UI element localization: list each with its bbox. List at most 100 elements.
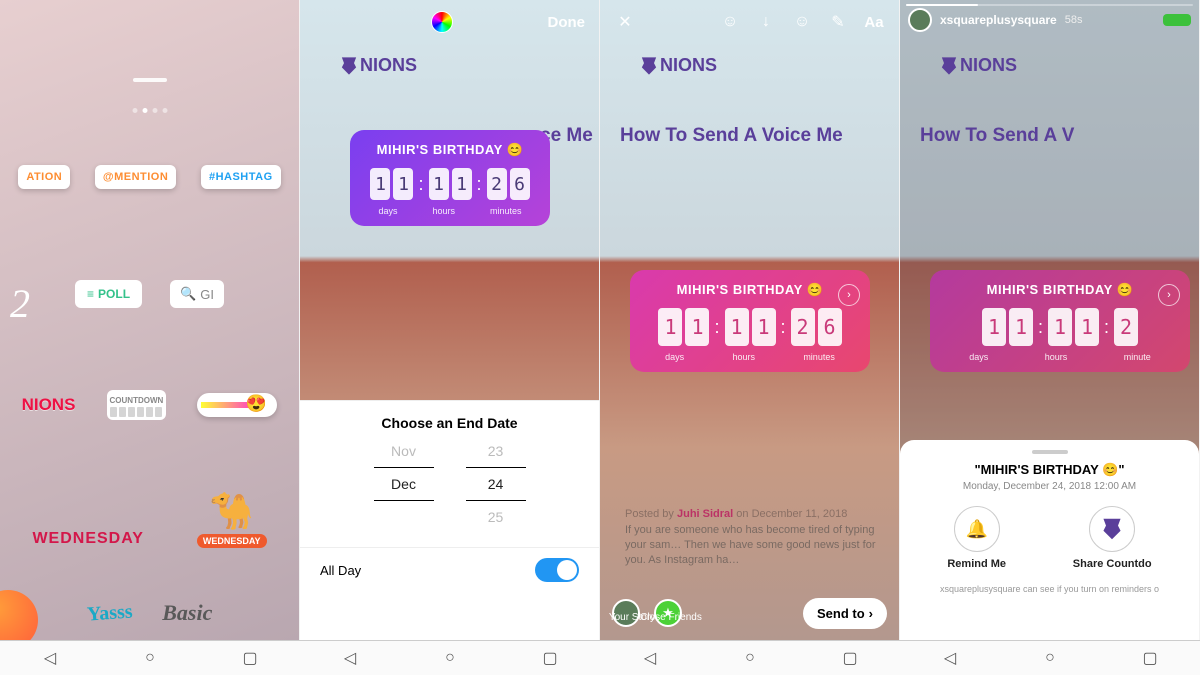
hashtag-sticker[interactable]: #HASHTAG — [201, 165, 281, 189]
send-to-button[interactable]: Send to› — [803, 598, 887, 629]
poll-label: POLL — [98, 287, 130, 301]
share-bottom-bar: Your Story ★ Close Friends Send to› — [600, 586, 899, 640]
sticker-row-4: WEDNESDAY 🐪 WEDNESDAY — [0, 490, 299, 548]
day-column[interactable]: 23 24 25 — [466, 437, 526, 531]
compose-topbar: ✕ ☺ ↓ ☺ ✎ Aa — [600, 0, 899, 44]
gif-search-sticker[interactable]: 🔍 GI — [170, 280, 224, 308]
article-headline: How To Send A Voice Me — [620, 125, 843, 147]
post-meta: Posted by Juhi Sidral on December 11, 20… — [625, 508, 847, 520]
article-headline: How To Send A V — [920, 125, 1074, 147]
back-icon[interactable]: ◁ — [639, 647, 661, 669]
color-picker-icon[interactable] — [431, 11, 453, 33]
close-friends-target[interactable]: ★ Close Friends — [654, 599, 682, 627]
recent-apps-icon[interactable]: ▢ — [839, 647, 861, 669]
story-age: 58s — [1065, 14, 1083, 26]
home-icon[interactable]: ○ — [139, 647, 161, 669]
back-icon[interactable]: ◁ — [339, 647, 361, 669]
poll-sticker[interactable]: ≡ POLL — [75, 280, 142, 308]
countdown-sticker[interactable]: COUNTDOWN — [107, 390, 167, 420]
recent-apps-icon[interactable]: ▢ — [539, 647, 561, 669]
back-icon[interactable]: ◁ — [39, 647, 61, 669]
countdown-unit-labels: dayshoursminutes — [646, 352, 854, 362]
android-nav-bar: ◁ ○ ▢ ◁ ○ ▢ ◁ ○ ▢ ◁ ○ ▢ — [0, 640, 1200, 675]
sheet-footnote: xsquareplusysquare can see if you turn o… — [914, 584, 1185, 594]
wednesday-text-sticker[interactable]: WEDNESDAY — [32, 530, 144, 548]
editor-topbar: Done — [300, 0, 599, 44]
recent-apps-icon[interactable]: ▢ — [1139, 647, 1161, 669]
chevron-right-icon[interactable]: › — [838, 284, 860, 306]
panel-sticker-tray: ATION @MENTION #HASHTAG 3 2 ≡ POLL 🔍 GI … — [0, 0, 300, 640]
countdown-widget[interactable]: › MIHIR'S BIRTHDAY 😊 11 : 11 : 26 daysho… — [630, 270, 870, 372]
share-icon — [1089, 506, 1135, 552]
draw-icon[interactable]: ✎ — [827, 11, 849, 33]
panel-story-compose: NIONS How To Send A Voice Me ✕ ☺ ↓ ☺ ✎ A… — [600, 0, 900, 640]
countdown-digits: 11 : 11 : 26 — [646, 308, 854, 346]
camel-sticker[interactable]: 🐪 WEDNESDAY — [197, 490, 267, 548]
countdown-widget[interactable]: › MIHIR'S BIRTHDAY 😊 11 : 11 : 2 dayshou… — [930, 270, 1190, 372]
site-logo: NIONS — [940, 55, 1017, 76]
countdown-action-sheet: "MIHIR'S BIRTHDAY 😊" Monday, December 24… — [900, 440, 1199, 640]
countdown-unit-labels: dayshoursminutes — [366, 206, 534, 216]
basic-sticker[interactable]: Basic — [162, 600, 212, 626]
screens-row: ATION @MENTION #HASHTAG 3 2 ≡ POLL 🔍 GI … — [0, 0, 1200, 640]
recent-apps-icon[interactable]: ▢ — [239, 647, 261, 669]
chevron-right-icon[interactable]: › — [1158, 284, 1180, 306]
all-day-toggle[interactable] — [535, 558, 579, 582]
close-friends-label: Close Friends — [636, 612, 706, 623]
countdown-label: COUNTDOWN — [110, 396, 164, 405]
site-logo: NIONS — [340, 55, 417, 76]
story-header: xsquareplusysquare 58s — [908, 8, 1191, 32]
countdown-title: MIHIR'S BIRTHDAY 😊 — [366, 142, 534, 158]
nions-text[interactable]: NIONS — [22, 395, 76, 415]
sticker-row-3: NIONS COUNTDOWN — [0, 390, 299, 420]
panel-story-viewer: NIONS How To Send A V xsquareplusysquare… — [900, 0, 1200, 640]
face-filter-icon[interactable]: ☺ — [719, 11, 741, 33]
all-day-label: All Day — [320, 563, 361, 578]
page-dots — [132, 108, 167, 113]
done-button[interactable]: Done — [548, 14, 586, 31]
countdown-title: MIHIR'S BIRTHDAY 😊 — [946, 282, 1174, 298]
story-progress-bar — [906, 4, 1193, 6]
yasss-sticker[interactable]: Yasss — [86, 600, 133, 626]
share-countdown-button[interactable]: Share Countdo — [1073, 506, 1152, 570]
avatar[interactable] — [908, 8, 932, 32]
sheet-title: "MIHIR'S BIRTHDAY 😊" — [914, 462, 1185, 478]
sticker-icon[interactable]: ☺ — [791, 11, 813, 33]
drag-handle[interactable] — [1032, 450, 1068, 454]
badge — [1163, 14, 1191, 26]
home-icon[interactable]: ○ — [439, 647, 461, 669]
sticker-row-2: ≡ POLL 🔍 GI — [0, 280, 299, 308]
camel-icon: 🐪 — [209, 490, 254, 532]
chevron-right-icon: › — [869, 606, 873, 621]
back-icon[interactable]: ◁ — [939, 647, 961, 669]
username[interactable]: xsquareplusysquare — [940, 13, 1057, 27]
emoji-slider-sticker[interactable] — [197, 393, 277, 417]
sticker-row-1: ATION @MENTION #HASHTAG — [0, 165, 299, 189]
panel-countdown-edit: NIONS ce Me Done MIHIR'S BIRTHDAY 😊 11 :… — [300, 0, 600, 640]
text-icon[interactable]: Aa — [863, 11, 885, 33]
countdown-widget[interactable]: MIHIR'S BIRTHDAY 😊 11 : 11 : 26 dayshour… — [350, 130, 550, 226]
share-label: Share Countdo — [1073, 558, 1152, 570]
all-day-row: All Day — [300, 547, 599, 592]
date-picker-sheet: Choose an End Date Nov Dec 23 24 25 All … — [300, 400, 599, 640]
date-picker[interactable]: Nov Dec 23 24 25 — [300, 437, 599, 531]
home-icon[interactable]: ○ — [1039, 647, 1061, 669]
countdown-title: MIHIR'S BIRTHDAY 😊 — [646, 282, 854, 298]
site-logo: NIONS — [640, 55, 717, 76]
download-icon[interactable]: ↓ — [755, 11, 777, 33]
mention-sticker[interactable]: @MENTION — [95, 165, 176, 189]
sheet-date: Monday, December 24, 2018 12:00 AM — [914, 481, 1185, 492]
month-column[interactable]: Nov Dec — [374, 437, 434, 531]
wednesday-badge: WEDNESDAY — [197, 534, 267, 548]
drag-handle[interactable] — [133, 78, 167, 82]
close-icon[interactable]: ✕ — [614, 11, 636, 33]
sheet-actions: 🔔 Remind Me Share Countdo — [914, 506, 1185, 570]
home-icon[interactable]: ○ — [739, 647, 761, 669]
remind-label: Remind Me — [947, 558, 1006, 570]
gif-search-text: GI — [200, 287, 214, 302]
remind-me-button[interactable]: 🔔 Remind Me — [947, 506, 1006, 570]
countdown-unit-labels: dayshoursminute — [946, 352, 1174, 362]
post-excerpt: If you are someone who has become tired … — [625, 523, 889, 568]
location-sticker[interactable]: ATION — [18, 165, 70, 189]
bell-icon: 🔔 — [954, 506, 1000, 552]
